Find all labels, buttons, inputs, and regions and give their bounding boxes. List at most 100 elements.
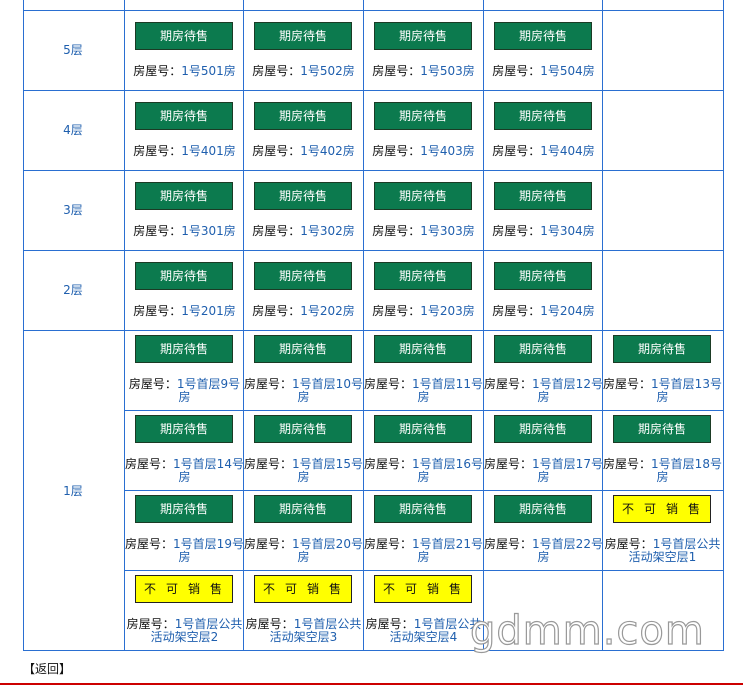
house-number-link[interactable]: 1号401房 (181, 144, 236, 158)
house-number-link[interactable]: 1号204房 (540, 304, 595, 318)
available-unit-button[interactable]: 期房待售 (254, 182, 352, 210)
unit-cell: 期房待售房屋号：1号504房 (484, 10, 603, 89)
house-number: 房屋号：1号502房 (244, 65, 363, 78)
house-number-label: 房屋号： (484, 377, 533, 391)
house-number: 房屋号：1号首层17号房 (484, 458, 603, 484)
house-number-link[interactable]: 1号首层21号房 (412, 537, 483, 564)
floor-label: 2层 (63, 283, 83, 297)
house-number: 房屋号：1号首层12号房 (484, 378, 603, 404)
house-number-link[interactable]: 1号504房 (540, 64, 595, 78)
unit-cell: 期房待售 房屋号：1号首层11号房 (364, 330, 483, 409)
house-number-link[interactable]: 1号首层15号房 (292, 457, 363, 484)
available-unit-button[interactable]: 期房待售 (135, 335, 233, 363)
house-number-link[interactable]: 1号503房 (420, 64, 475, 78)
house-number-label: 房屋号： (365, 617, 414, 631)
house-number-link[interactable]: 1号403房 (420, 144, 475, 158)
available-unit-button[interactable]: 期房待售 (494, 495, 592, 523)
house-number: 房屋号：1号首层公共活动架空层2 (125, 618, 244, 644)
available-unit-button[interactable]: 期房待售 (494, 335, 592, 363)
unit-cell: 期房待售房屋号：1号204房 (484, 250, 603, 329)
house-number-link[interactable]: 1号303房 (420, 224, 475, 238)
floor-label: 4层 (63, 123, 83, 137)
back-link[interactable]: 【返回】 (23, 662, 71, 676)
house-number-link[interactable]: 1号首层19号房 (173, 537, 244, 564)
house-number: 房屋号：1号303房 (364, 225, 483, 238)
house-number-link[interactable]: 1号402房 (300, 144, 355, 158)
house-number: 房屋号：1号首层15号房 (244, 458, 363, 484)
not-for-sale-button[interactable]: 不可销售 (613, 495, 711, 523)
available-unit-button[interactable]: 期房待售 (135, 495, 233, 523)
house-number: 房屋号：1号首层19号房 (125, 538, 244, 564)
available-unit-button[interactable]: 期房待售 (254, 102, 352, 130)
house-number: 房屋号：1号404房 (484, 145, 603, 158)
available-unit-button[interactable]: 期房待售 (374, 182, 472, 210)
house-number-link[interactable]: 1号首层10号房 (292, 377, 363, 404)
house-number-link[interactable]: 1号501房 (181, 64, 236, 78)
house-number-link[interactable]: 1号首层11号房 (412, 377, 483, 404)
available-unit-button[interactable]: 期房待售 (374, 22, 472, 50)
available-unit-button[interactable]: 期房待售 (613, 335, 711, 363)
available-unit-button[interactable]: 期房待售 (254, 415, 352, 443)
available-unit-button[interactable]: 期房待售 (254, 335, 352, 363)
house-number: 房屋号：1号首层公共活动架空层1 (603, 538, 722, 564)
unit-cell: 期房待售 房屋号：1号首层14号房 (125, 410, 244, 489)
house-number-label: 房屋号： (484, 457, 533, 471)
available-unit-button[interactable]: 期房待售 (254, 22, 352, 50)
house-number: 房屋号：1号203房 (364, 305, 483, 318)
available-unit-button[interactable]: 期房待售 (613, 415, 711, 443)
available-unit-button[interactable]: 期房待售 (135, 182, 233, 210)
available-unit-button[interactable]: 期房待售 (494, 415, 592, 443)
available-unit-button[interactable]: 期房待售 (374, 102, 472, 130)
house-number-label: 房屋号： (128, 377, 177, 391)
house-number: 房屋号：1号302房 (244, 225, 363, 238)
not-for-sale-button[interactable]: 不可销售 (374, 575, 472, 603)
available-unit-button[interactable]: 期房待售 (374, 335, 472, 363)
not-for-sale-button[interactable]: 不可销售 (135, 575, 233, 603)
house-number-link[interactable]: 1号201房 (181, 304, 236, 318)
house-number-link[interactable]: 1号首层13号房 (651, 377, 722, 404)
available-unit-button[interactable]: 期房待售 (374, 415, 472, 443)
house-number-link[interactable]: 1号首层16号房 (412, 457, 483, 484)
house-number: 房屋号：1号201房 (125, 305, 244, 318)
house-number-label: 房屋号： (492, 64, 541, 78)
house-number: 房屋号：1号204房 (484, 305, 603, 318)
house-number-link[interactable]: 1号203房 (420, 304, 475, 318)
house-number-label: 房屋号： (372, 144, 421, 158)
floor-unit-grid: 5层 期房待售 房屋号：1号501房 期房待售 房屋号：1号502房 期房待售 房屋号：1号… (23, 0, 724, 651)
available-unit-button[interactable]: 期房待售 (494, 22, 592, 50)
available-unit-button[interactable]: 期房待售 (374, 495, 472, 523)
grid-line (23, 0, 24, 651)
house-number: 房屋号：1号402房 (244, 145, 363, 158)
house-number-link[interactable]: 1号404房 (540, 144, 595, 158)
house-number-link[interactable]: 1号302房 (300, 224, 355, 238)
house-number-link[interactable]: 1号首层17号房 (532, 457, 603, 484)
available-unit-button[interactable]: 期房待售 (135, 102, 233, 130)
available-unit-button[interactable]: 期房待售 (254, 495, 352, 523)
unit-cell: 期房待售 房屋号：1号301房 (125, 170, 244, 249)
available-unit-button[interactable]: 期房待售 (494, 102, 592, 130)
available-unit-button[interactable]: 期房待售 (374, 262, 472, 290)
available-unit-button[interactable]: 期房待售 (135, 22, 233, 50)
available-unit-button[interactable]: 期房待售 (494, 262, 592, 290)
available-unit-button[interactable]: 期房待售 (494, 182, 592, 210)
not-for-sale-button[interactable]: 不可销售 (254, 575, 352, 603)
available-unit-button[interactable]: 期房待售 (254, 262, 352, 290)
house-number-link[interactable]: 1号首层12号房 (532, 377, 603, 404)
unit-cell: 不可销售 房屋号：1号首层公共活动架空层3 (244, 570, 363, 649)
unit-cell: 期房待售房屋号：1号404房 (484, 90, 603, 169)
unit-cell: 期房待售房屋号：1号首层19号房 (125, 490, 244, 569)
house-number-link[interactable]: 1号首层20号房 (292, 537, 363, 564)
house-number-link[interactable]: 1号202房 (300, 304, 355, 318)
house-number-label: 房屋号： (244, 537, 293, 551)
house-number-link[interactable]: 1号首层14号房 (173, 457, 244, 484)
available-unit-button[interactable]: 期房待售 (135, 415, 233, 443)
house-number-link[interactable]: 1号首层18号房 (651, 457, 722, 484)
available-unit-button[interactable]: 期房待售 (135, 262, 233, 290)
house-number-link[interactable]: 1号首层9号房 (177, 377, 240, 404)
house-number: 房屋号：1号403房 (364, 145, 483, 158)
floor-label: 1层 (63, 484, 83, 498)
house-number-link[interactable]: 1号304房 (540, 224, 595, 238)
house-number-link[interactable]: 1号301房 (181, 224, 236, 238)
house-number-link[interactable]: 1号502房 (300, 64, 355, 78)
house-number-link[interactable]: 1号首层22号房 (532, 537, 603, 564)
